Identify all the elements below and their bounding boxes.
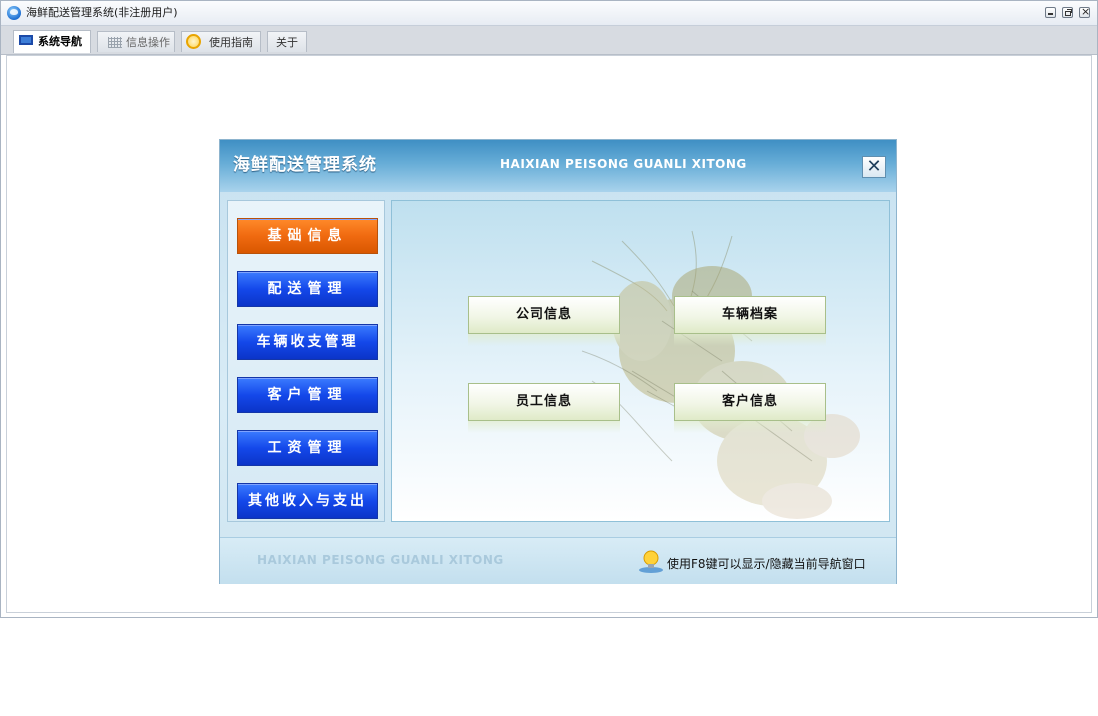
dialog-header: 海鲜配送管理系统 HAIXIAN PEISONG GUANLI XITONG ✕	[220, 140, 896, 192]
app-logo-icon	[7, 6, 21, 20]
minimize-icon[interactable]	[1045, 7, 1056, 18]
tab-user-guide[interactable]: 使用指南	[181, 31, 261, 52]
tab-system-nav[interactable]: 系统导航	[13, 30, 91, 53]
close-window-icon[interactable]: ×	[1079, 5, 1090, 18]
vehicle-records-button[interactable]: 车辆档案	[674, 296, 826, 334]
tab-info-ops[interactable]: 信息操作	[97, 31, 175, 52]
customer-info-button[interactable]: 客户信息	[674, 383, 826, 421]
title-bar: 海鲜配送管理系统(非注册用户) ×	[1, 1, 1097, 26]
menu-other-income-expense[interactable]: 其他收入与支出	[237, 483, 378, 519]
restore-icon[interactable]	[1062, 7, 1073, 18]
f8-hint-text: 使用F8键可以显示/隐藏当前导航窗口	[667, 557, 866, 571]
dialog-close-button[interactable]: ✕	[862, 156, 886, 178]
function-panel: 公司信息 车辆档案 员工信息 客户信息	[391, 200, 890, 522]
help-icon	[186, 34, 201, 49]
footer-brand: HAIXIAN PEISONG GUANLI XITONG	[257, 553, 504, 567]
lightbulb-icon	[639, 550, 663, 573]
dialog-subtitle: HAIXIAN PEISONG GUANLI XITONG	[500, 157, 747, 171]
menu-delivery-management[interactable]: 配送管理	[237, 271, 378, 307]
dialog-footer: HAIXIAN PEISONG GUANLI XITONG 使用F8键可以显示/…	[220, 537, 896, 584]
grid-icon	[108, 37, 122, 48]
dialog-title: 海鲜配送管理系统	[233, 155, 377, 175]
button-reflection	[468, 421, 620, 433]
lobster-illustration	[581, 230, 860, 519]
company-info-button[interactable]: 公司信息	[468, 296, 620, 334]
tab-strip: 系统导航 信息操作 使用指南 关于	[1, 26, 1097, 55]
tab-label: 系统导航	[38, 35, 82, 48]
window-title: 海鲜配送管理系统(非注册用户)	[26, 6, 178, 19]
tab-label: 关于	[276, 36, 298, 49]
employee-info-button[interactable]: 员工信息	[468, 383, 620, 421]
button-reflection	[468, 334, 620, 346]
menu-basic-info[interactable]: 基础信息	[237, 218, 378, 254]
monitor-icon	[19, 35, 33, 45]
menu-customer-management[interactable]: 客户管理	[237, 377, 378, 413]
tab-label: 使用指南	[209, 36, 253, 49]
button-reflection	[674, 334, 826, 346]
menu-vehicle-finance[interactable]: 车辆收支管理	[237, 324, 378, 360]
category-menu: 基础信息 配送管理 车辆收支管理 客户管理 工资管理 其他收入与支出	[227, 200, 385, 522]
tab-about[interactable]: 关于	[267, 31, 307, 52]
tab-label: 信息操作	[126, 36, 170, 49]
navigation-dialog: 海鲜配送管理系统 HAIXIAN PEISONG GUANLI XITONG ✕…	[219, 139, 897, 584]
button-reflection	[674, 421, 826, 433]
menu-salary-management[interactable]: 工资管理	[237, 430, 378, 466]
